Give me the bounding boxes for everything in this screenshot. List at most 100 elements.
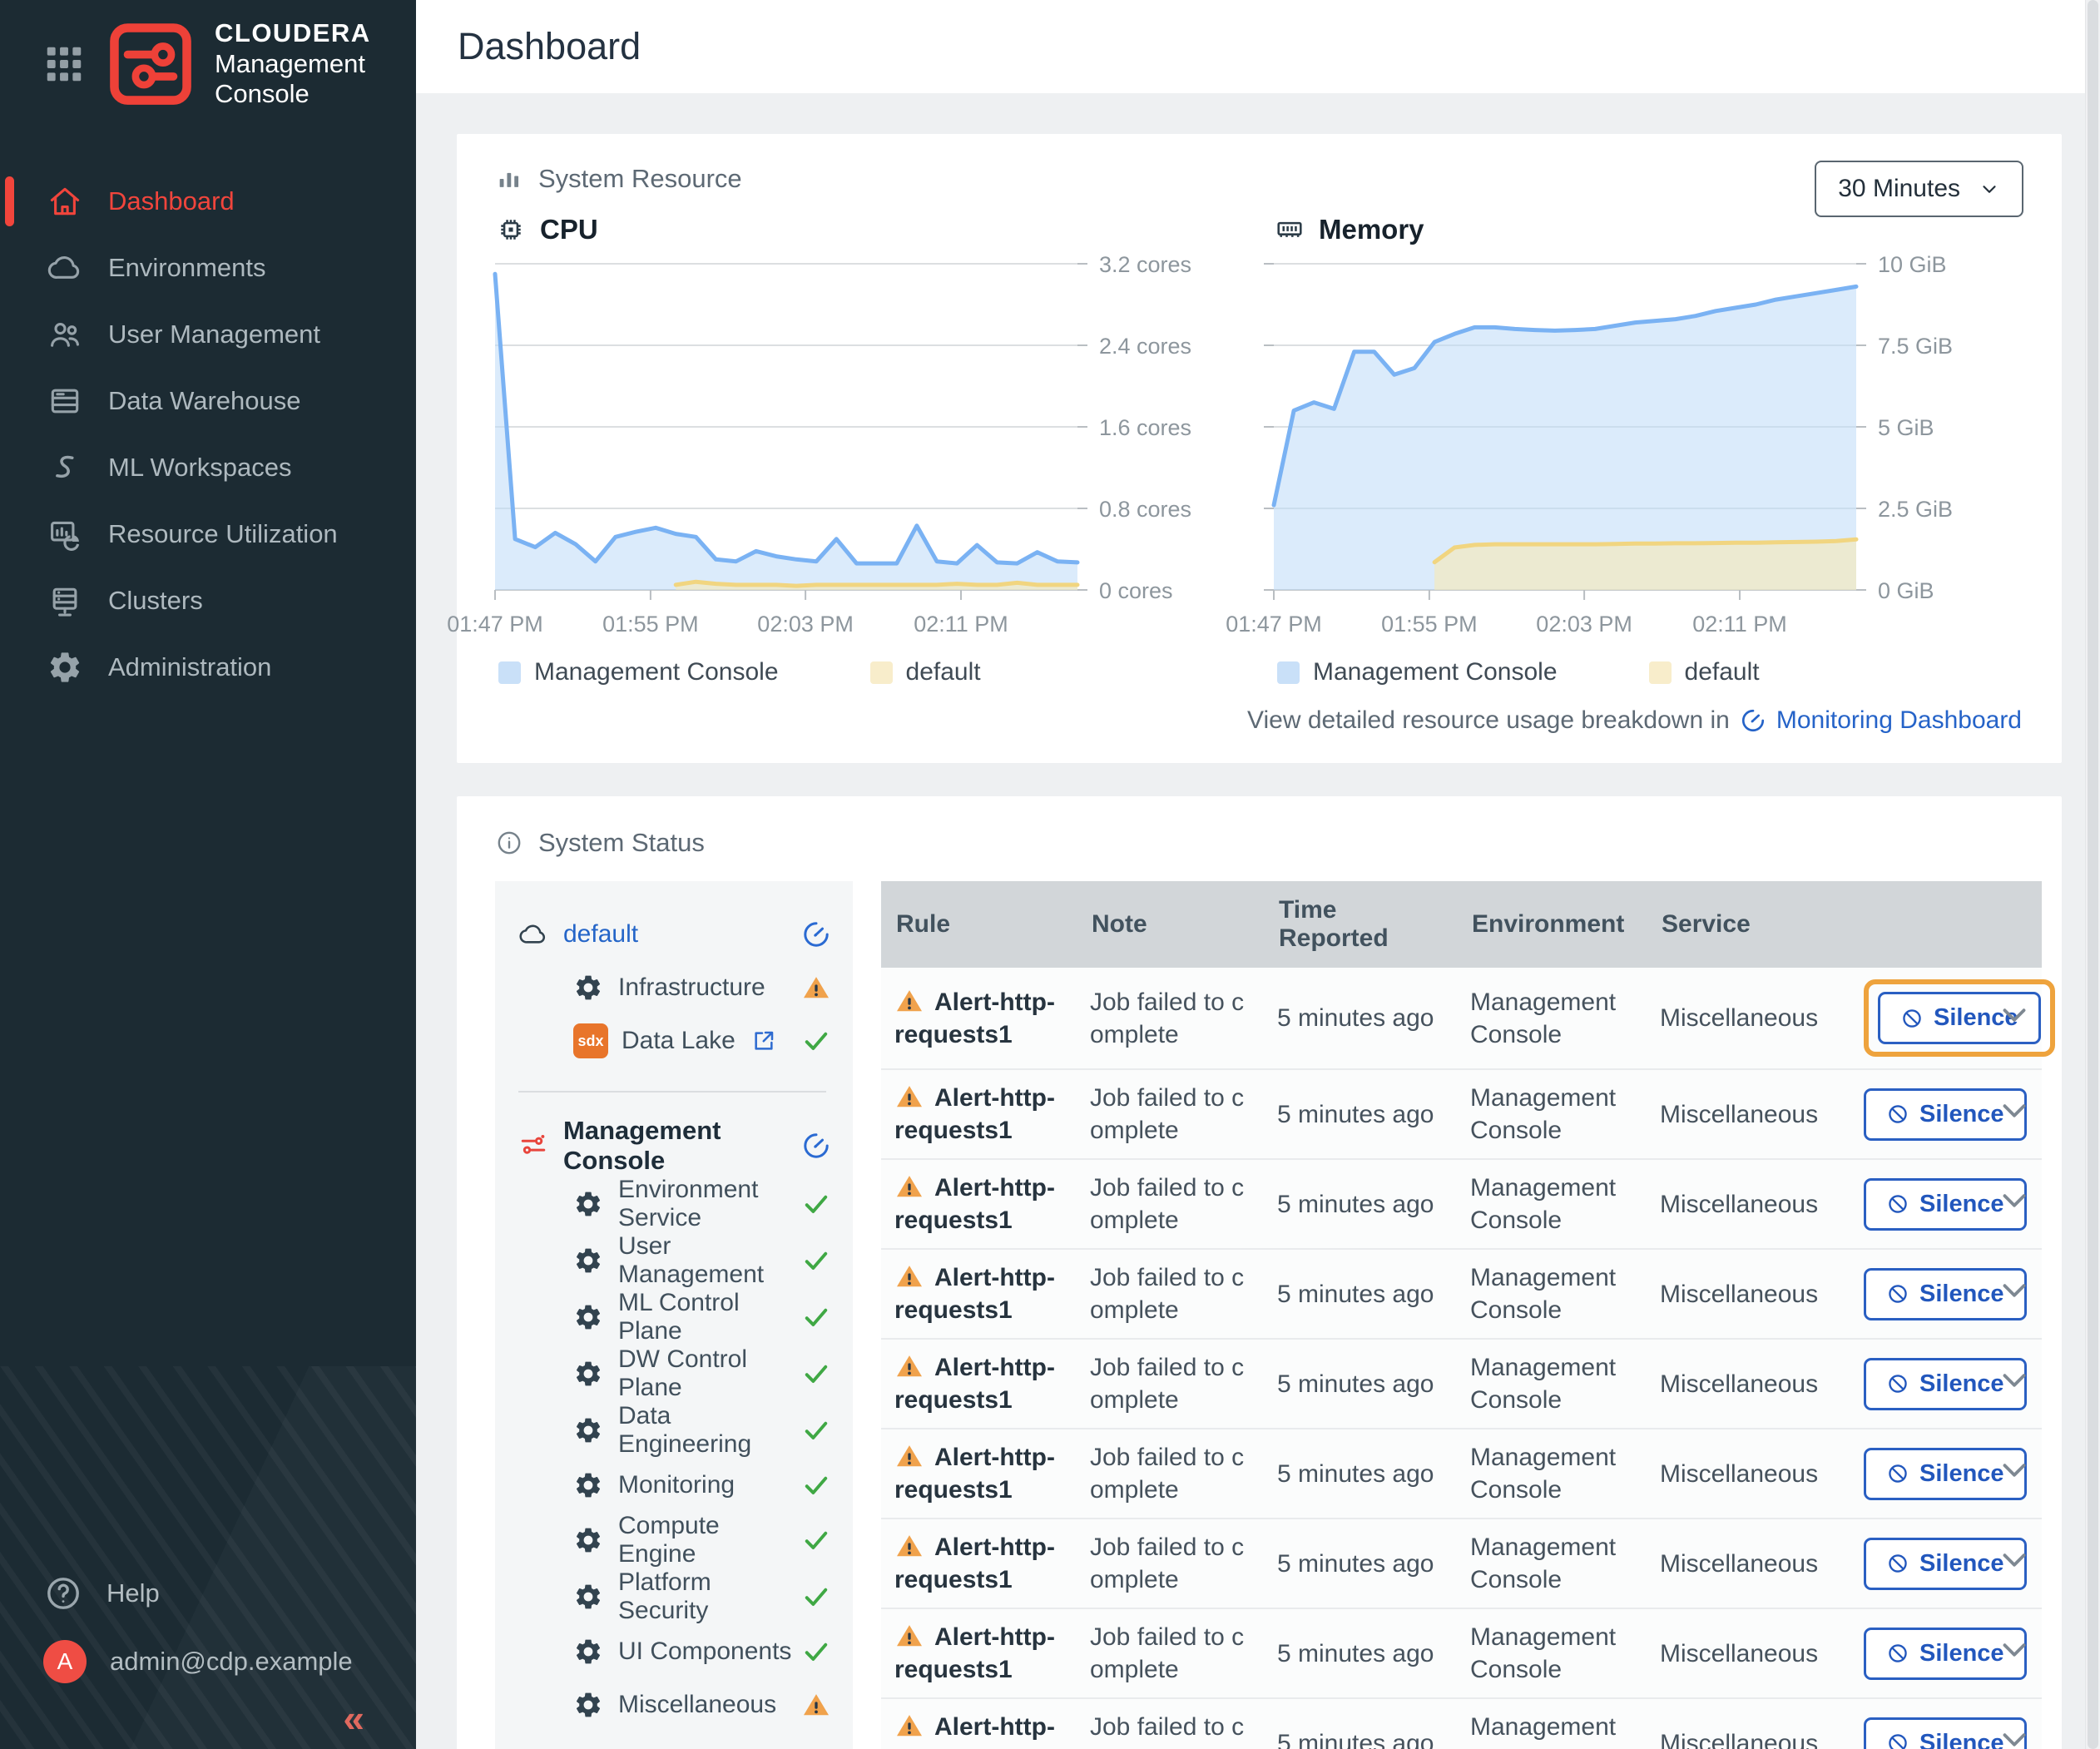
service-cell: Miscellaneous bbox=[1647, 1159, 1850, 1249]
note-cell: Job failed to complete bbox=[1077, 1519, 1264, 1608]
sidebar-item-user-management[interactable]: User Management bbox=[0, 301, 416, 368]
collapse-sidebar-icon[interactable]: « bbox=[343, 1699, 364, 1737]
cloudera-logo-icon[interactable] bbox=[105, 18, 196, 110]
sidebar-item-resource-utilization[interactable]: Resource Utilization bbox=[0, 501, 416, 567]
tree-item-label: Data Engineering bbox=[618, 1402, 801, 1459]
silence-label: Silence bbox=[1919, 1730, 2004, 1749]
table-row: Alert-http-requests1Job failed to comple… bbox=[881, 1159, 2042, 1249]
expand-row-button[interactable] bbox=[1995, 1091, 2033, 1129]
action-cell: Silence bbox=[1850, 1249, 1982, 1339]
cpu-chart-title-row: CPU bbox=[495, 214, 1244, 245]
environment-cell: Management Console bbox=[1457, 1698, 1647, 1749]
memory-chart-title: Memory bbox=[1319, 214, 1424, 245]
monitoring-dashboard-link[interactable]: Monitoring Dashboard bbox=[1776, 706, 2022, 735]
sidebar-item-administration[interactable]: Administration bbox=[0, 634, 416, 701]
tree-item-label: UI Components bbox=[618, 1638, 791, 1666]
svg-text:01:47 PM: 01:47 PM bbox=[1226, 612, 1322, 637]
tree-item-platform-security[interactable]: Platform Security bbox=[518, 1568, 831, 1625]
scrollbar-thumb[interactable] bbox=[2088, 0, 2098, 1749]
memory-chart-title-row: Memory bbox=[1274, 214, 2023, 245]
tree-item-environment-service[interactable]: Environment Service bbox=[518, 1176, 831, 1232]
environment-cell: Management Console bbox=[1457, 1249, 1647, 1339]
action-cell: Silence bbox=[1850, 1159, 1982, 1249]
help-label: Help bbox=[106, 1578, 160, 1608]
info-icon bbox=[495, 829, 523, 857]
sidebar-item-label: Clusters bbox=[108, 586, 203, 616]
system-resource-title-row: System Resource bbox=[495, 164, 2042, 194]
silence-label: Silence bbox=[1919, 1640, 2004, 1667]
expand-row-button[interactable] bbox=[1995, 1450, 2033, 1489]
svg-text:01:47 PM: 01:47 PM bbox=[447, 612, 543, 637]
sidebar-nav: Dashboard EnvironmentsUser ManagementData… bbox=[0, 168, 416, 701]
tree-item-ml-control-plane[interactable]: ML Control Plane bbox=[518, 1289, 831, 1345]
tree-item-label: Monitoring bbox=[618, 1471, 735, 1499]
action-cell: Silence bbox=[1850, 1608, 1982, 1698]
tree-item-management-console[interactable]: Management Console bbox=[518, 1116, 831, 1176]
page-header: Dashboard bbox=[416, 0, 2100, 93]
environment-cell: Management Console bbox=[1457, 968, 1647, 1069]
tree-item-monitoring[interactable]: Monitoring bbox=[518, 1459, 831, 1512]
check-icon bbox=[801, 1525, 831, 1555]
expand-row-button[interactable] bbox=[1995, 1720, 2033, 1749]
warning-icon bbox=[894, 1711, 924, 1741]
sidebar-item-data-warehouse[interactable]: Data Warehouse bbox=[0, 368, 416, 434]
time-range-select[interactable]: 30 Minutes bbox=[1815, 161, 2023, 217]
expand-row-button[interactable] bbox=[1995, 1271, 2033, 1309]
environment-cell: Management Console bbox=[1457, 1519, 1647, 1608]
rule-cell: Alert-http-requests1 bbox=[881, 1429, 1077, 1519]
sidebar-item-ml-workspaces[interactable]: ML Workspaces bbox=[0, 434, 416, 501]
sidebar-item-label: Dashboard bbox=[108, 186, 235, 216]
action-cell: Silence bbox=[1850, 1698, 1982, 1749]
legend-item-management-console: Management Console bbox=[1277, 658, 1558, 686]
svg-text:10 GiB: 10 GiB bbox=[1878, 252, 1947, 277]
data-warehouse-icon bbox=[47, 383, 83, 419]
service-cell: Miscellaneous bbox=[1647, 1339, 1850, 1429]
svg-text:2.5 GiB: 2.5 GiB bbox=[1878, 497, 1953, 522]
service-cell: Miscellaneous bbox=[1647, 1069, 1850, 1159]
page-scrollbar[interactable] bbox=[2085, 0, 2100, 1749]
gauge-icon bbox=[801, 919, 831, 949]
sidebar-item-dashboard[interactable]: Dashboard bbox=[0, 168, 416, 235]
sdx-badge: sdx bbox=[573, 1023, 608, 1058]
tree-item-ui-components[interactable]: UI Components bbox=[518, 1625, 831, 1678]
sidebar-header: CLOUDERA Management Console bbox=[0, 0, 416, 110]
sidebar-item-clusters[interactable]: Clusters bbox=[0, 567, 416, 634]
rule-cell: Alert-http-requests1 bbox=[881, 1159, 1077, 1249]
sidebar-item-environments[interactable]: Environments bbox=[0, 235, 416, 301]
expand-row-button[interactable] bbox=[1995, 1181, 2033, 1219]
column-header-service: Service bbox=[1647, 881, 1850, 968]
service-cell: Miscellaneous bbox=[1647, 968, 1850, 1069]
expand-row-button[interactable] bbox=[1995, 1360, 2033, 1399]
tree-item-user-management[interactable]: User Management bbox=[518, 1232, 831, 1289]
legend-item-default: default bbox=[1649, 658, 1760, 686]
tree-item-data-engineering[interactable]: Data Engineering bbox=[518, 1402, 831, 1459]
expand-row-button[interactable] bbox=[1995, 1540, 2033, 1578]
tree-item-infrastructure[interactable]: Infrastructure bbox=[518, 961, 831, 1014]
note-cell: Job failed to complete bbox=[1077, 1249, 1264, 1339]
expand-row-button[interactable] bbox=[1995, 1630, 2033, 1668]
svg-text:5 GiB: 5 GiB bbox=[1878, 415, 1934, 440]
svg-text:02:11 PM: 02:11 PM bbox=[1692, 612, 1787, 637]
tree-item-compute-engine[interactable]: Compute Engine bbox=[518, 1512, 831, 1568]
tree-item-dw-control-plane[interactable]: DW Control Plane bbox=[518, 1345, 831, 1402]
app-switcher-grid-icon[interactable] bbox=[42, 42, 87, 87]
silence-label: Silence bbox=[1919, 1370, 2004, 1398]
gear-icon bbox=[573, 973, 603, 1003]
gauge-icon bbox=[1740, 707, 1766, 734]
tree-item-data-lake[interactable]: sdxData Lake bbox=[518, 1014, 831, 1068]
sidebar-item-help[interactable]: Help bbox=[0, 1559, 416, 1628]
service-cell: Miscellaneous bbox=[1647, 1698, 1850, 1749]
avatar: A bbox=[43, 1640, 87, 1683]
note-cell: Job failed to complete bbox=[1077, 1339, 1264, 1429]
sidebar-item-user[interactable]: A admin@cdp.example bbox=[0, 1628, 416, 1696]
tree-item-default[interactable]: default bbox=[518, 908, 831, 961]
expand-row-button[interactable] bbox=[1995, 995, 2033, 1033]
memory-chart-legend: Management Console default bbox=[1274, 658, 2023, 686]
column-header-expand bbox=[1982, 881, 2042, 968]
tree-item-miscellaneous[interactable]: Miscellaneous bbox=[518, 1678, 831, 1732]
external-link-icon[interactable] bbox=[750, 1028, 777, 1054]
cloud-icon bbox=[518, 919, 548, 949]
silence-icon bbox=[1900, 1007, 1924, 1030]
svg-text:02:11 PM: 02:11 PM bbox=[914, 612, 1008, 637]
memory-chart: 10 GiB7.5 GiB5 GiB2.5 GiB0 GiB01:47 PM01… bbox=[1274, 255, 2023, 647]
